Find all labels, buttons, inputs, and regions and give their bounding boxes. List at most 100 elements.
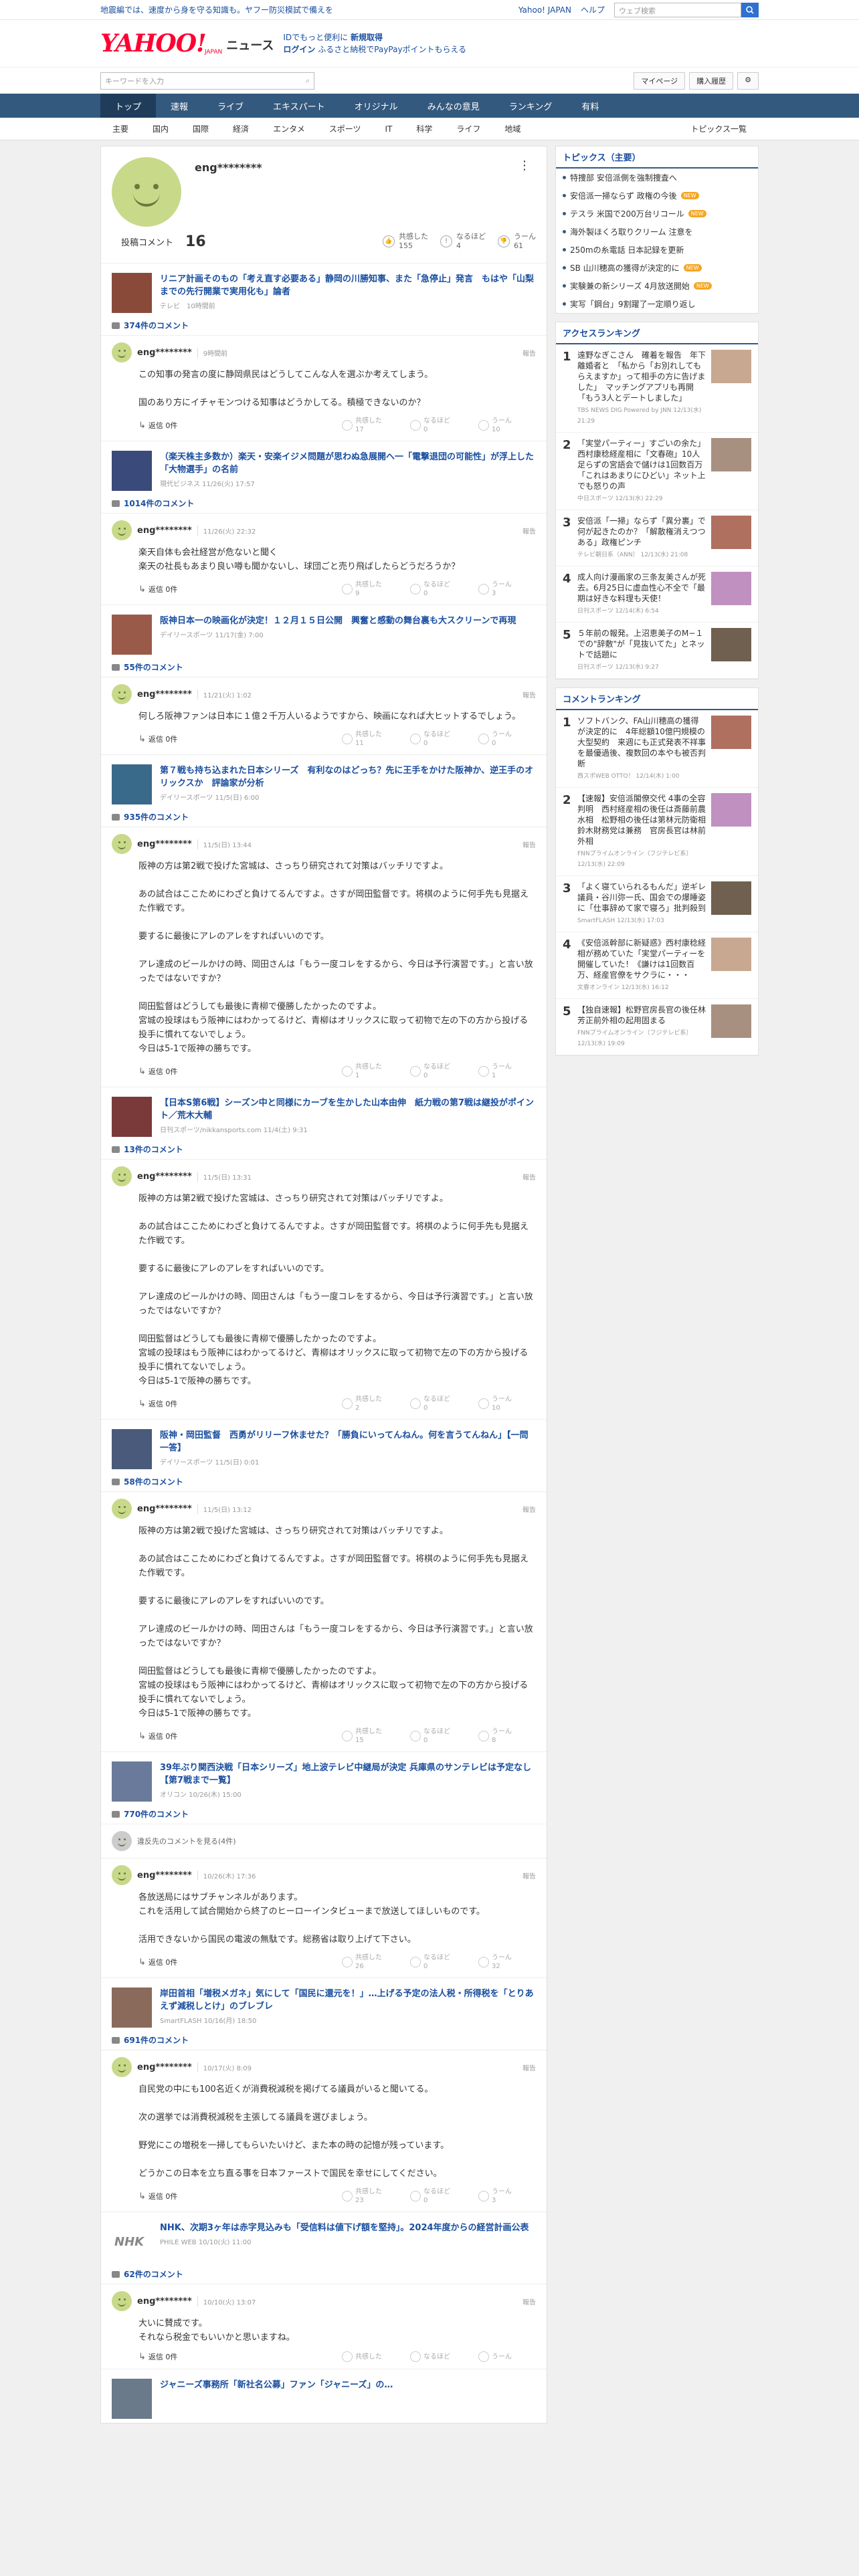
hmm-button[interactable]: うーん 3 [478,2187,536,2205]
agree-button[interactable]: 共感した 2 [342,1395,399,1412]
topic-item[interactable]: 特捜部 安倍派側を強制捜査へ [556,169,758,187]
ranking-item[interactable]: 4 成人向け漫画家の三条友美さんが死去。6月25日に虚血性心不全で「最期は好きな料… [556,566,758,623]
nav-tab-opinion[interactable]: みんなの意見 [413,94,494,118]
insight-button[interactable]: なるほど [410,2351,468,2362]
ranking-item[interactable]: 3 「よく寝ていられるもんだ」逆ギレ議員・谷川弥一氏、国会での爆睡姿に「仕事辞めて… [556,876,758,932]
reply-button[interactable]: 返信 0件 [138,1398,178,1409]
report-link[interactable]: 報告 [522,348,536,358]
topic-item[interactable]: 実験兼の新シリーズ 4月放送開始 NEW [556,277,758,295]
agree-button[interactable]: 共感した [342,2351,399,2362]
insight-button[interactable]: なるほど 0 [410,1953,468,1971]
hmm-button[interactable]: うーん 1 [478,1063,536,1080]
insight-button[interactable]: なるほど 0 [410,1727,468,1745]
yahoo-news-logo[interactable]: YAHOO! JAPAN ニュース [100,29,274,58]
category-it[interactable]: IT [373,124,404,134]
nav-tab-ranking[interactable]: ランキング [494,94,567,118]
category-domestic[interactable]: 国内 [140,123,181,134]
disaster-notice-link[interactable]: 地震編では、速度から身を守る知識も。ヤフー防災模試で備えを [100,4,333,15]
agree-button[interactable]: 共感した 9 [342,580,399,598]
comment-count-link[interactable]: 62件のコメント [101,2266,547,2284]
reply-button[interactable]: 返信 0件 [138,1957,178,1967]
comment-count-link[interactable]: 691件のコメント [101,2032,547,2050]
ranking-item[interactable]: 5 【独自速報】松野官房長官の後任林芳正前外相の起用固まる FNNプライムオンライン… [556,999,758,1055]
reply-button[interactable]: 返信 0件 [138,1731,178,1741]
reply-button[interactable]: 返信 0件 [138,420,178,431]
signup-link[interactable]: 新規取得 [351,33,383,42]
article-thumbnail[interactable] [112,451,152,491]
nav-tab-paid[interactable]: 有料 [567,94,613,118]
reply-button[interactable]: 返信 0件 [138,2351,178,2362]
insight-button[interactable]: なるほど 0 [410,417,468,434]
insight-button[interactable]: なるほど 0 [410,1063,468,1080]
report-link[interactable]: 報告 [522,839,536,849]
insight-button[interactable]: なるほど 0 [410,2187,468,2205]
yahoo-japan-link[interactable]: Yahoo! JAPAN [518,5,571,15]
agree-button[interactable]: 共感した 1 [342,1063,399,1080]
category-life[interactable]: ライフ [444,123,492,134]
agree-button[interactable]: 共感した 15 [342,1727,399,1745]
ranking-item[interactable]: 2 【速報】安倍派閣僚交代 4事の全容判明 西村経産相の後任は斎藤前農水相 松野相… [556,788,758,876]
comment-count-link[interactable]: 55件のコメント [101,659,547,677]
article-thumbnail[interactable] [112,1988,152,2028]
agree-button[interactable]: 共感した 17 [342,417,399,434]
topic-item[interactable]: 実写「鋼台」9割躍了一定順り返し [556,295,758,313]
article-title[interactable]: 39年ぶり関西決戦「日本シリーズ」地上波テレビ中継局が決定 兵庫県のサンテレビは… [160,1761,536,1787]
topic-item[interactable]: テスラ 米国で200万台リコール NEW [556,205,758,223]
furusato-link[interactable]: ふるさと納税でPayPayポイントもらえる [318,45,466,54]
article-thumbnail[interactable] [112,1761,152,1802]
reply-button[interactable]: 返信 0件 [138,1066,178,1077]
nav-tab-expert[interactable]: エキスパート [258,94,340,118]
article-title[interactable]: 【日本S第6戦】シーズン中と同様にカーブを生かした山本由伸 紙力戦の第7戦は継投… [160,1097,536,1122]
article-title[interactable]: 阪神日本一の映画化が決定！１２月１５日公開 興奮と感動の舞台裏も大スクリーンで再… [160,615,516,627]
category-local[interactable]: 地域 [492,123,533,134]
comment-username[interactable]: eng******** [137,839,192,849]
ranking-item[interactable]: 2 「実堂パーティー」すごいの余た」西村康稔経産相に「文春砲」10人足らずの宮語会… [556,433,758,510]
web-search-input[interactable]: ウェブ検索 [614,2,741,17]
nav-tab-breaking[interactable]: 速報 [156,94,203,118]
comment-count-link[interactable]: 374件のコメント [101,317,547,336]
comment-username[interactable]: eng******** [137,348,192,358]
ranking-item[interactable]: 4 《安倍派幹部に新疑惑》西村康稔経相が務めていた「実堂パーティーを開催していた！… [556,932,758,999]
nav-tab-live[interactable]: ライブ [203,94,258,118]
topic-item[interactable]: 250mの糸電話 日本記録を更新 [556,241,758,259]
article-thumbnail[interactable] [112,764,152,804]
article-title[interactable]: 第７戦も持ち込まれた日本シリーズ 有利なのはどっち？先に王手をかけた阪神か、逆王… [160,764,536,790]
comment-username[interactable]: eng******** [137,526,192,536]
comment-username[interactable]: eng******** [137,1870,192,1881]
hidden-comments-link[interactable]: 違反先のコメントを見る(4件) [137,1836,236,1846]
comment-username[interactable]: eng******** [137,689,192,700]
ranking-item[interactable]: 1 遠野なぎこさん 確着を報告 年下離婚者と 「私から「お別れしてもらえますか」っ… [556,344,758,433]
article-thumbnail[interactable] [112,2379,152,2419]
comment-count-link[interactable]: 13件のコメント [101,1141,547,1160]
article-title[interactable]: 岸田首相「増税メガネ」気にして「国民に還元を！」…上げる予定の法人税・所得税を「… [160,1988,536,2013]
hmm-button[interactable]: うーん 8 [478,1727,536,1745]
hmm-button[interactable]: うーん 32 [478,1953,536,1971]
topic-item[interactable]: SB 山川穂高の獲得が決定的に NEW [556,259,758,277]
agree-button[interactable]: 共感した 23 [342,2187,399,2205]
insight-button[interactable]: なるほど 0 [410,730,468,748]
category-main[interactable]: 主要 [100,123,140,134]
comment-count-link[interactable]: 58件のコメント [101,1473,547,1492]
reply-button[interactable]: 返信 0件 [138,734,178,744]
more-options-icon[interactable]: ⋮ [518,158,531,173]
article-thumbnail[interactable]: NHK [112,2222,152,2262]
nav-tab-top[interactable]: トップ [100,94,157,118]
category-world[interactable]: 国際 [181,123,221,134]
article-title[interactable]: NHK、次期3ヶ年は赤字見込みも「受信料は値下げ額を堅持」。2024年度からの経… [160,2222,529,2234]
category-entertainment[interactable]: エンタメ [261,123,317,134]
web-search-button[interactable] [741,2,759,17]
report-link[interactable]: 報告 [522,1172,536,1182]
category-sports[interactable]: スポーツ [317,123,373,134]
article-thumbnail[interactable] [112,615,152,655]
help-link[interactable]: ヘルプ [581,4,605,15]
comment-count-link[interactable]: 935件のコメント [101,809,547,827]
hmm-button[interactable]: うーん 10 [478,1395,536,1412]
purchase-history-button[interactable]: 購入履歴 [689,72,734,90]
gear-icon[interactable]: ⚙ [737,72,759,90]
reply-button[interactable]: 返信 0件 [138,2191,178,2202]
hmm-button[interactable]: うーん 10 [478,417,536,434]
agree-button[interactable]: 共感した 26 [342,1953,399,1971]
comment-username[interactable]: eng******** [137,1172,192,1182]
report-link[interactable]: 報告 [522,1504,536,1514]
comment-username[interactable]: eng******** [137,1504,192,1514]
